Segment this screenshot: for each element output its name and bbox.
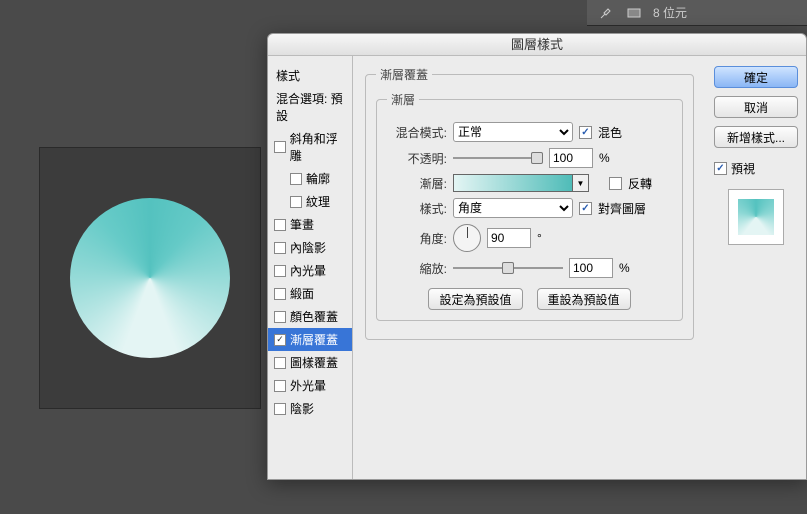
gradient-dropdown[interactable]: ▼ (573, 174, 589, 192)
align-checkbox[interactable] (579, 202, 592, 215)
checkbox[interactable] (290, 173, 302, 185)
style-inner-glow[interactable]: 內光暈 (268, 259, 352, 282)
checkbox[interactable] (274, 403, 286, 415)
style-satin[interactable]: 緞面 (268, 282, 352, 305)
checkbox[interactable] (274, 357, 286, 369)
group-title: 漸層 (387, 91, 419, 108)
checkbox[interactable] (274, 219, 286, 231)
style-list: 樣式 混合選項: 預設 斜角和浮雕 輪廓 紋理 筆畫 內陰影 內光暈 緞面 顏色… (268, 56, 353, 479)
dialog-buttons: 確定 取消 新增樣式... 預視 (706, 56, 806, 479)
scale-label: 縮放: (387, 260, 447, 277)
dither-label: 混色 (598, 124, 622, 141)
style-contour[interactable]: 輪廓 (268, 167, 352, 190)
style-label: 樣式: (387, 200, 447, 217)
style-inner-shadow[interactable]: 內陰影 (268, 236, 352, 259)
gradient-group: 漸層 混合模式: 正常 混色 不透明: % 漸層: (376, 91, 683, 321)
reverse-label: 反轉 (628, 175, 652, 192)
blend-mode-select[interactable]: 正常 (453, 122, 573, 142)
angle-dial[interactable] (453, 224, 481, 252)
style-header[interactable]: 樣式 (268, 64, 352, 87)
gradient-icon[interactable] (625, 4, 643, 22)
checkbox[interactable] (290, 196, 302, 208)
checkbox[interactable]: ✓ (274, 334, 286, 346)
opacity-slider[interactable] (453, 151, 543, 165)
brush-icon[interactable] (597, 4, 615, 22)
checkbox[interactable] (274, 380, 286, 392)
layer-style-dialog: 圖層樣式 樣式 混合選項: 預設 斜角和浮雕 輪廓 紋理 筆畫 內陰影 內光暈 … (267, 33, 807, 480)
cancel-button[interactable]: 取消 (714, 96, 798, 118)
style-color-overlay[interactable]: 顏色覆蓋 (268, 305, 352, 328)
blending-options[interactable]: 混合選項: 預設 (268, 87, 352, 127)
section-title: 漸層覆蓋 (376, 66, 432, 83)
checkbox[interactable] (274, 311, 286, 323)
angle-input[interactable] (487, 228, 531, 248)
scale-slider[interactable] (453, 261, 563, 275)
style-gradient-overlay[interactable]: ✓漸層覆蓋 (268, 328, 352, 351)
checkbox[interactable] (274, 141, 286, 153)
make-default-button[interactable]: 設定為預設值 (428, 288, 522, 310)
gradient-overlay-section: 漸層覆蓋 漸層 混合模式: 正常 混色 不透明: % (365, 66, 694, 340)
preview-label: 預視 (731, 160, 755, 177)
gradient-swatch[interactable] (453, 174, 573, 192)
dialog-title: 圖層樣式 (268, 34, 806, 56)
checkbox[interactable] (274, 288, 286, 300)
gradient-label: 漸層: (387, 175, 447, 192)
reverse-checkbox[interactable] (609, 177, 622, 190)
style-outer-glow[interactable]: 外光暈 (268, 374, 352, 397)
align-label: 對齊圖層 (598, 200, 646, 217)
opacity-input[interactable] (549, 148, 593, 168)
blend-mode-label: 混合模式: (387, 124, 447, 141)
settings-panel: 漸層覆蓋 漸層 混合模式: 正常 混色 不透明: % (353, 56, 706, 479)
preview-thumbnail (728, 189, 784, 245)
ok-button[interactable]: 確定 (714, 66, 798, 88)
app-toolbar: 8 位元 (587, 0, 807, 26)
checkbox[interactable] (274, 265, 286, 277)
style-texture[interactable]: 紋理 (268, 190, 352, 213)
style-stroke[interactable]: 筆畫 (268, 213, 352, 236)
canvas (40, 148, 260, 408)
checkbox[interactable] (274, 242, 286, 254)
style-select[interactable]: 角度 (453, 198, 573, 218)
reset-default-button[interactable]: 重設為預設值 (537, 288, 631, 310)
new-style-button[interactable]: 新增樣式... (714, 126, 798, 148)
preview-checkbox[interactable] (714, 162, 727, 175)
style-drop-shadow[interactable]: 陰影 (268, 397, 352, 420)
opacity-label: 不透明: (387, 150, 447, 167)
scale-input[interactable] (569, 258, 613, 278)
bits-label: 8 位元 (653, 4, 687, 21)
style-bevel[interactable]: 斜角和浮雕 (268, 127, 352, 167)
dither-checkbox[interactable] (579, 126, 592, 139)
style-pattern-overlay[interactable]: 圖樣覆蓋 (268, 351, 352, 374)
angle-label: 角度: (387, 230, 447, 247)
shape-circle (70, 198, 230, 358)
